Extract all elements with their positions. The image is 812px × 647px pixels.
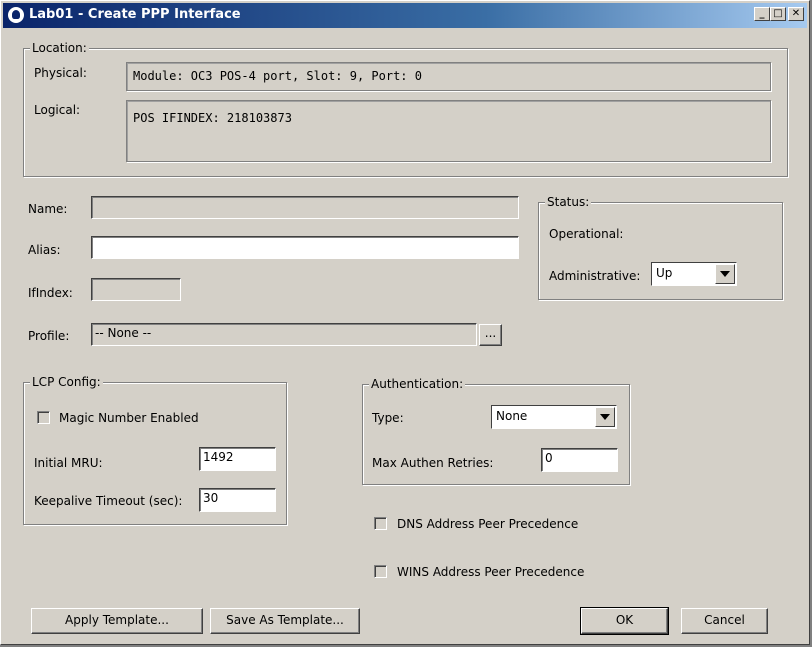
max-retries-input[interactable]: 0	[541, 448, 618, 472]
status-legend: Status:	[545, 195, 592, 209]
apply-template-button[interactable]: Apply Template...	[31, 608, 203, 634]
save-as-template-button[interactable]: Save As Template...	[210, 608, 360, 634]
administrative-value: Up	[656, 266, 673, 280]
maximize-button[interactable]: □	[770, 7, 786, 21]
app-icon	[8, 7, 24, 23]
magic-number-label: Magic Number Enabled	[59, 411, 199, 425]
alias-label: Alias:	[28, 243, 61, 257]
window-title: Lab01 - Create PPP Interface	[29, 7, 241, 22]
logical-field: POS IFINDEX: 218103873	[126, 100, 771, 162]
auth-type-label: Type:	[372, 411, 404, 425]
cancel-button[interactable]: Cancel	[681, 608, 768, 634]
physical-value: Module: OC3 POS-4 port, Slot: 9, Port: 0	[133, 69, 422, 83]
operational-label: Operational:	[549, 227, 624, 241]
title-bar[interactable]: Lab01 - Create PPP Interface _ □ ✕	[3, 3, 807, 28]
keepalive-input[interactable]: 30	[199, 488, 276, 512]
physical-field: Module: OC3 POS-4 port, Slot: 9, Port: 0	[126, 62, 771, 91]
keepalive-label: Keepalive Timeout (sec):	[34, 494, 183, 508]
alias-input[interactable]	[91, 236, 519, 259]
minimize-button[interactable]: _	[754, 7, 770, 21]
wins-peer-checkbox[interactable]	[374, 565, 387, 578]
close-button[interactable]: ✕	[788, 7, 804, 21]
location-legend: Location:	[30, 41, 89, 55]
logical-value: POS IFINDEX: 218103873	[133, 111, 292, 125]
chevron-down-icon[interactable]	[595, 407, 615, 427]
ifindex-field	[91, 278, 181, 301]
ok-button[interactable]: OK	[580, 607, 669, 635]
initial-mru-input[interactable]: 1492	[199, 447, 276, 471]
lcp-config-legend: LCP Config:	[30, 375, 103, 389]
profile-field: -- None --	[91, 323, 477, 346]
initial-mru-label: Initial MRU:	[34, 456, 103, 470]
profile-browse-button[interactable]: ...	[479, 324, 502, 346]
administrative-select[interactable]: Up	[651, 262, 737, 286]
dialog-window: Lab01 - Create PPP Interface _ □ ✕ Locat…	[0, 0, 810, 645]
auth-type-value: None	[496, 409, 528, 423]
dns-peer-label: DNS Address Peer Precedence	[397, 517, 579, 531]
authentication-legend: Authentication:	[369, 377, 466, 391]
max-retries-label: Max Authen Retries:	[372, 456, 494, 470]
auth-type-select[interactable]: None	[491, 405, 617, 429]
profile-label: Profile:	[28, 329, 70, 343]
logical-label: Logical:	[34, 103, 81, 117]
dns-peer-checkbox[interactable]	[374, 517, 387, 530]
name-label: Name:	[28, 202, 68, 216]
physical-label: Physical:	[34, 66, 87, 80]
magic-number-checkbox[interactable]	[37, 411, 50, 424]
administrative-label: Administrative:	[549, 269, 641, 283]
ifindex-label: IfIndex:	[28, 286, 73, 300]
wins-peer-label: WINS Address Peer Precedence	[397, 565, 585, 579]
name-field	[91, 196, 519, 219]
chevron-down-icon[interactable]	[715, 264, 735, 284]
